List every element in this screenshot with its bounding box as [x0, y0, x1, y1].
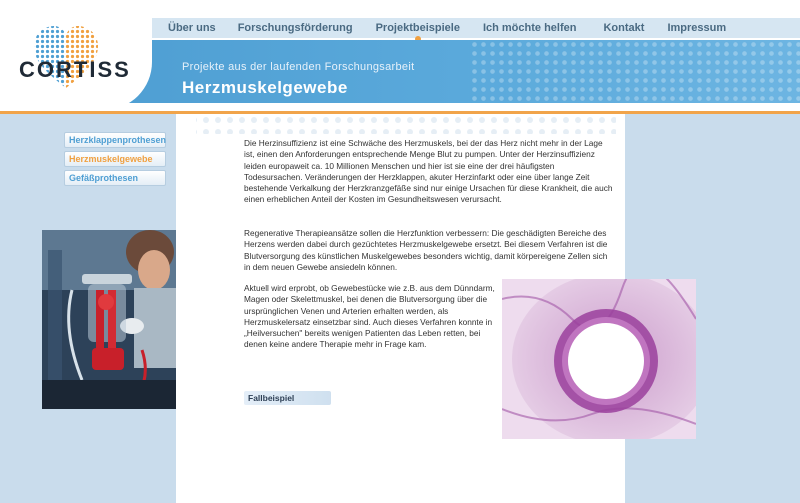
sidebar-item-herzmuskelgewebe[interactable]: Herzmuskelgewebe [64, 151, 166, 167]
main-nav: Über uns Forschungsförderung Projektbeis… [168, 18, 726, 42]
sidebar-item-gefaessprothesen[interactable]: Gefäßprothesen [64, 170, 166, 186]
content-paragraph: Regenerative Therapieansätze sollen die … [244, 228, 608, 272]
content-paragraph: Aktuell wird erprobt, ob Gewebestücke wi… [244, 283, 495, 350]
nav-item-kontakt[interactable]: Kontakt [603, 18, 644, 38]
nav-item-ich-moechte-helfen[interactable]: Ich möchte helfen [483, 18, 577, 38]
banner-dot-pattern [470, 40, 800, 103]
content-paragraph: Die Herzinsuffizienz ist eine Schwäche d… [244, 138, 613, 205]
tissue-histology-image [502, 279, 696, 439]
nav-item-impressum[interactable]: Impressum [667, 18, 726, 38]
page-title: Herzmuskelgewebe [182, 78, 348, 97]
logo-area[interactable]: CORTISS [0, 0, 152, 110]
nav-item-forschungsfoerderung[interactable]: Forschungsförderung [238, 18, 353, 38]
nav-item-ueber-uns[interactable]: Über uns [168, 18, 216, 38]
nav-item-projektbeispiele[interactable]: Projektbeispiele [376, 18, 460, 42]
page-banner: Projekte aus der laufenden Forschungsarb… [120, 40, 800, 103]
lab-bioreactor-photo [42, 230, 176, 409]
logo-text: CORTISS [19, 57, 131, 82]
sidebar-item-herzklappenprothesen[interactable]: Herzklappenprothesen [64, 132, 166, 148]
banner-subtitle: Projekte aus der laufenden Forschungsarb… [182, 61, 415, 73]
fallbeispiel-button[interactable]: Fallbeispiel [244, 391, 331, 405]
page-header: Über uns Forschungsförderung Projektbeis… [0, 0, 800, 114]
